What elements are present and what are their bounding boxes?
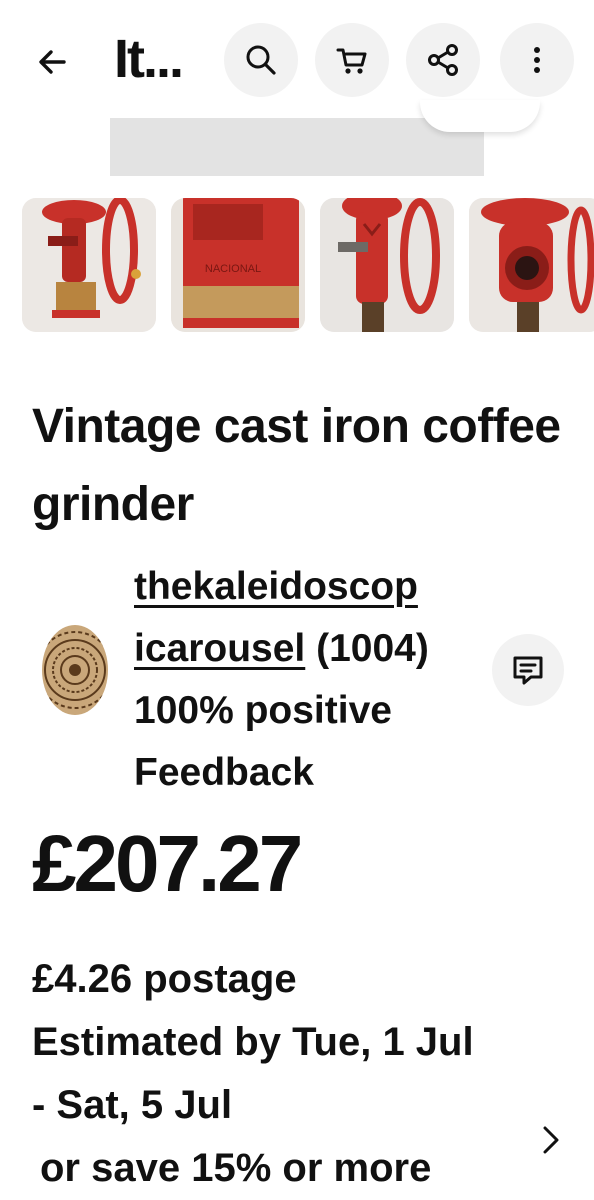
thumbnail-3[interactable] <box>320 198 454 332</box>
back-arrow-icon <box>39 50 66 74</box>
cart-button[interactable] <box>315 23 389 97</box>
grinder-side-view-image <box>22 198 156 332</box>
thumbnail-1[interactable] <box>22 198 156 332</box>
grinder-top-view-image <box>469 198 594 332</box>
search-icon <box>246 45 276 75</box>
item-price: £207.27 <box>32 819 303 908</box>
chevron-right-icon <box>543 1126 559 1154</box>
page-title: It... <box>114 29 184 89</box>
delivery-estimate-end: - Sat, 5 Jul <box>32 1083 233 1127</box>
postage-info: £4.26 postage Estimated by Tue, 1 Jul - … <box>32 948 552 1200</box>
product-title: Vintage cast iron coffee grinder <box>32 400 561 531</box>
delivery-estimate: Estimated by Tue, 1 Jul <box>32 1020 474 1064</box>
svg-text:NACIONAL: NACIONAL <box>205 263 261 275</box>
more-vertical-icon <box>534 47 540 73</box>
save-offer: or save 15% or more <box>40 1146 432 1190</box>
seller-info: thekaleidoscop icarousel (1004) 100% pos… <box>134 556 484 804</box>
image-indicator <box>420 100 540 132</box>
thumbnail-2[interactable]: NACIONAL <box>171 198 305 332</box>
seller-avatar[interactable] <box>42 625 108 715</box>
share-button[interactable] <box>406 23 480 97</box>
main-product-image[interactable] <box>110 118 484 176</box>
thumbnail-strip: NACIONAL <box>22 198 594 332</box>
search-button[interactable] <box>224 23 298 97</box>
postage-details-button[interactable] <box>534 1120 568 1160</box>
postage-cost: £4.26 postage <box>32 957 297 1001</box>
seller-feedback-count: (1004) <box>316 627 429 670</box>
seller-name-link-continued[interactable]: icarousel <box>134 627 305 670</box>
cart-icon <box>336 48 367 74</box>
grinder-base-closeup-image: NACIONAL <box>171 198 305 332</box>
more-options-button[interactable] <box>500 23 574 97</box>
back-button[interactable] <box>30 40 74 84</box>
message-icon <box>513 656 543 685</box>
seller-feedback-label: Feedback <box>134 751 314 794</box>
seller-feedback-percent: 100% positive <box>134 689 392 732</box>
share-icon <box>428 44 458 76</box>
contact-seller-button[interactable] <box>492 634 564 706</box>
mandala-avatar-image <box>42 625 108 715</box>
grinder-front-view-image <box>320 198 454 332</box>
thumbnail-4[interactable] <box>469 198 594 332</box>
seller-name-link[interactable]: thekaleidoscop <box>134 565 418 608</box>
